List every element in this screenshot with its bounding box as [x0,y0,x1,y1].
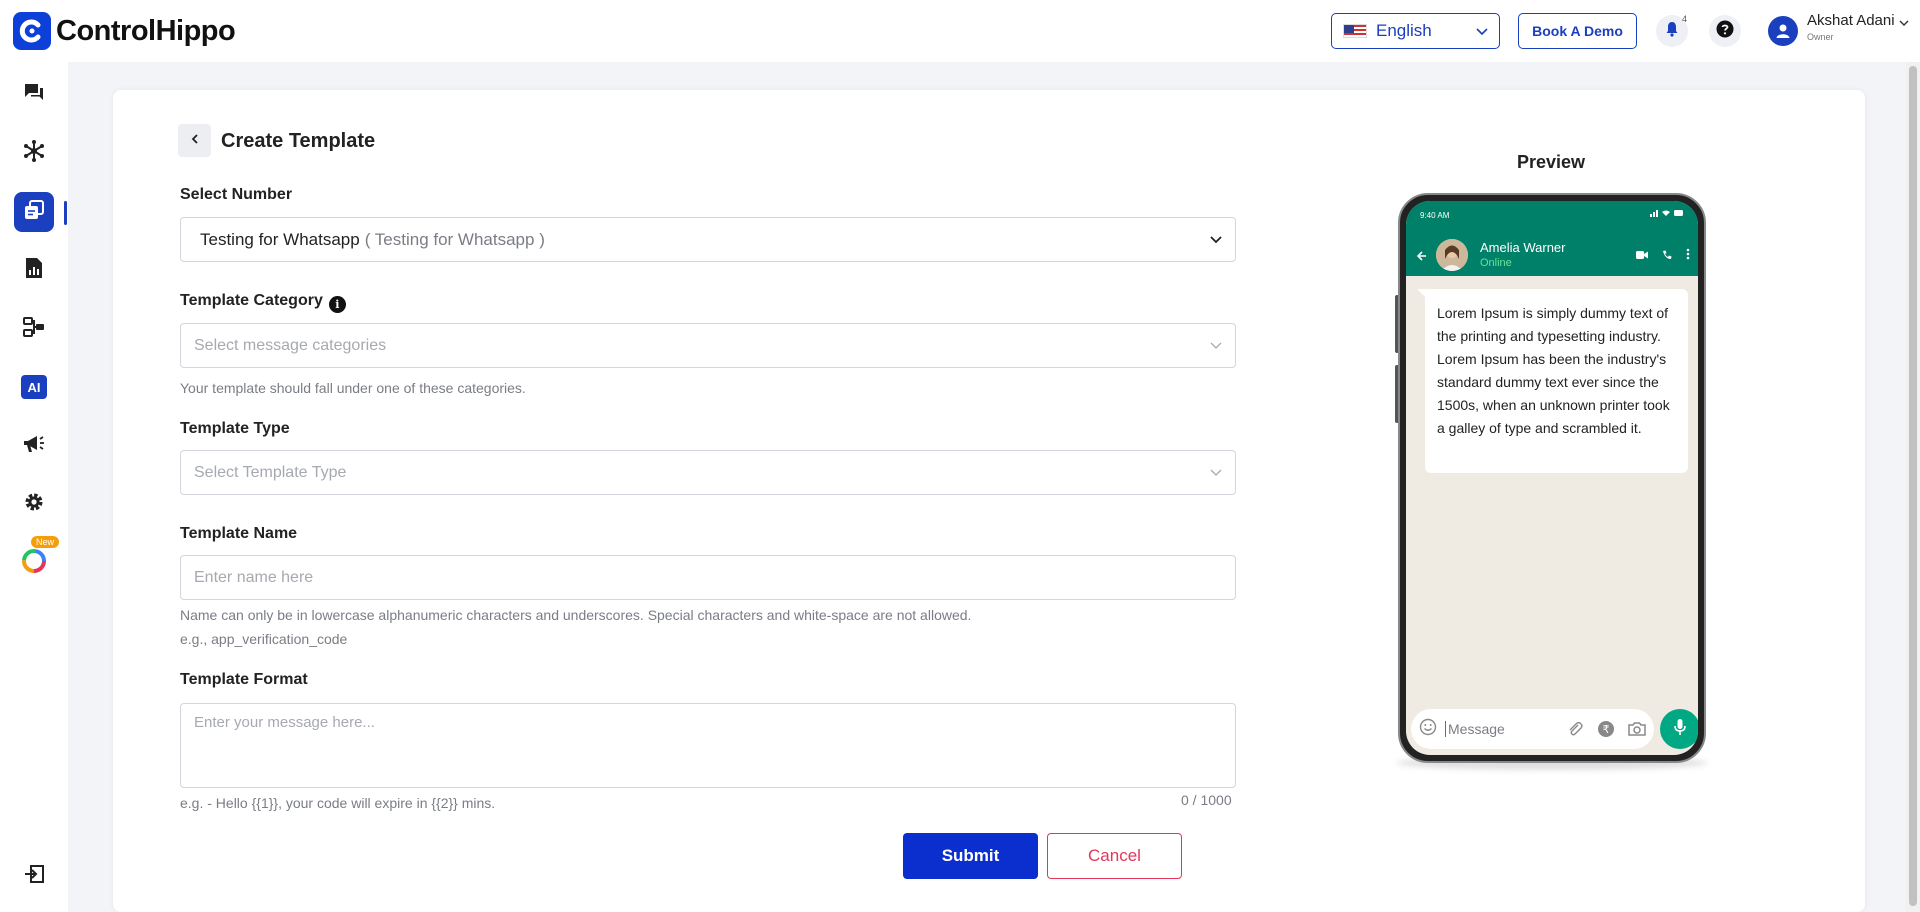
template-type-select[interactable]: Select Template Type [180,450,1236,495]
notification-count: 4 [1682,14,1688,24]
app-logo[interactable]: ControlHippo [13,12,236,50]
sidebar-item-logout[interactable] [14,856,54,896]
workflow-icon [22,316,46,343]
mic-icon [1673,718,1687,741]
payment-icon[interactable]: ₹ [1597,720,1615,743]
template-name-field[interactable] [180,555,1236,600]
status-icons [1650,209,1684,217]
emoji-icon[interactable] [1419,718,1437,741]
sidebar-item-chats[interactable] [14,74,54,114]
message-bubble: Lorem Ipsum is simply dummy text of the … [1425,289,1688,473]
reports-icon [24,257,44,284]
sidebar-item-integrations[interactable] [14,133,54,173]
video-call-icon[interactable] [1636,247,1648,265]
category-helper: Your template should fall under one of t… [180,380,526,396]
app-name: ControlHippo [56,14,236,47]
gear-icon [23,491,45,518]
selected-number: Testing for Whatsapp [200,229,360,249]
cancel-button[interactable]: Cancel [1047,833,1182,879]
new-badge: New [31,536,60,548]
status-time: 9:40 AM [1420,211,1450,220]
character-counter: 0 / 1000 [1181,792,1232,808]
back-button[interactable] [178,124,211,157]
phone-call-icon[interactable] [1662,247,1672,265]
template-category-select[interactable]: Select message categories [180,323,1236,368]
sidebar-item-templates[interactable] [14,192,54,232]
name-helper: Name can only be in lowercase alphanumer… [180,607,972,623]
logo-icon [13,12,51,50]
phone-mockup: 9:40 AM Amelia Warner Online Lorem Ipsum… [1398,193,1706,763]
format-helper: e.g. - Hello {{1}}, your code will expir… [180,795,496,811]
back-arrow-icon[interactable] [1416,249,1428,267]
book-demo-button[interactable]: Book A Demo [1518,13,1637,49]
sidebar-item-workflows[interactable] [14,309,54,349]
template-format-label: Template Format [180,671,308,688]
help-button[interactable] [1709,15,1741,47]
template-name-input[interactable] [194,568,1222,587]
user-menu[interactable]: Akshat Adani Owner [1768,12,1910,46]
user-role: Owner [1807,32,1834,42]
sidebar-item-reports[interactable] [14,250,54,290]
preview-title: Preview [1517,152,1586,172]
message-input-bar[interactable]: Message ₹ [1411,709,1654,749]
select-number-dropdown[interactable]: Testing for Whatsapp ( Testing for Whats… [180,217,1236,262]
mic-button[interactable] [1660,709,1698,749]
chevron-left-icon [189,132,201,150]
avatar [1768,16,1798,46]
sidebar-item-settings[interactable] [14,484,54,524]
category-placeholder: Select message categories [194,336,387,354]
info-icon[interactable]: i [328,296,346,313]
template-name-label: Template Name [180,525,298,542]
message-placeholder: Message [1445,721,1505,737]
network-icon [22,139,46,168]
name-example: e.g., app_verification_code [180,631,348,647]
logout-icon [23,864,45,889]
submit-button[interactable]: Submit [903,833,1038,879]
top-bar: ControlHippo English Book A Demo 4 Aksha… [0,0,1920,62]
selected-number-sub: ( Testing for Whatsapp ) [364,229,545,249]
template-type-label: Template Type [180,420,290,437]
chat-header: 9:40 AM Amelia Warner Online [1406,201,1698,276]
attachment-icon[interactable] [1566,720,1584,743]
template-format-textarea[interactable] [194,714,1222,777]
contact-name: Amelia Warner [1480,240,1566,255]
svg-text:₹: ₹ [1603,723,1610,736]
chevron-down-icon [1209,232,1223,251]
type-placeholder: Select Template Type [194,463,347,481]
page-title: Create Template [221,130,376,152]
chat-icon [23,81,45,108]
select-number-label: Select Number [180,186,293,203]
language-label: English [1376,21,1432,40]
template-category-label: Template Category i [180,292,346,313]
sidebar: AI New [0,62,68,912]
chevron-down-icon [1209,465,1223,484]
camera-icon[interactable] [1628,721,1646,742]
us-flag-icon [1343,24,1367,38]
chevron-down-icon [1475,24,1489,43]
templates-icon [23,199,45,226]
language-select[interactable]: English [1331,13,1500,49]
bell-icon [1664,21,1680,42]
active-indicator [64,201,67,225]
phone-screen: 9:40 AM Amelia Warner Online Lorem Ipsum… [1406,201,1698,755]
template-format-field[interactable] [180,703,1236,788]
megaphone-icon [22,434,46,459]
sidebar-item-campaigns[interactable] [14,426,54,466]
page-scrollbar[interactable] [1906,62,1920,912]
contact-avatar [1436,239,1468,271]
help-icon [1716,20,1734,43]
sidebar-item-ai[interactable]: AI [14,367,54,407]
user-name: Akshat Adani [1807,12,1895,29]
sidebar-item-new-feature[interactable] [14,543,54,583]
more-options-icon[interactable] [1686,247,1690,265]
chevron-down-icon [1898,16,1910,34]
contact-status: Online [1480,257,1512,269]
ai-icon: AI [21,375,47,399]
chart-ring-icon [20,547,48,580]
chevron-down-icon [1209,338,1223,357]
scrollbar-thumb[interactable] [1909,66,1917,906]
